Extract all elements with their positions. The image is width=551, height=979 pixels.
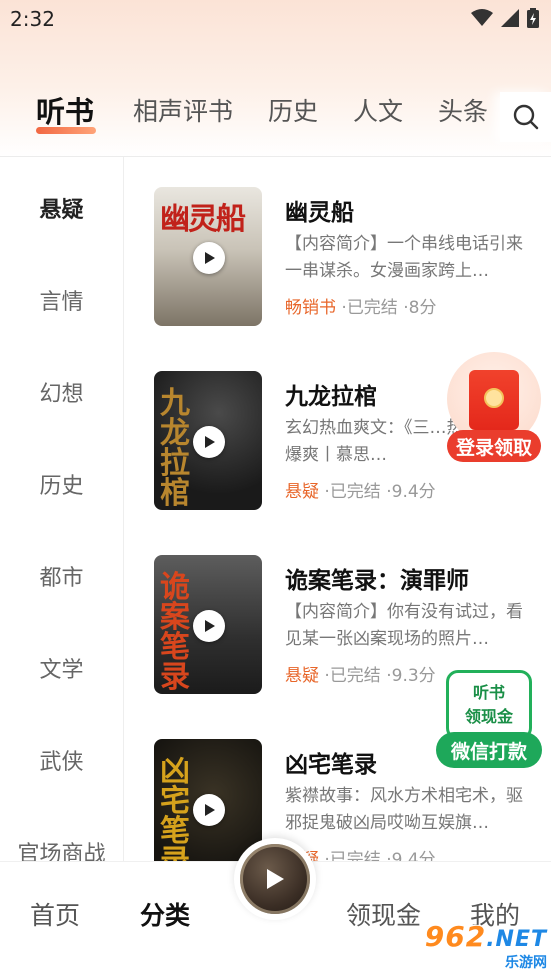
tab-history[interactable]: 历史 xyxy=(268,92,318,128)
book-cover: 九龙拉棺 xyxy=(154,371,262,510)
book-score: 9.4分 xyxy=(391,482,436,502)
book-meta: 悬疑 ·已完结 ·9.3分 xyxy=(285,661,436,686)
signal-icon xyxy=(501,9,519,27)
book-status: 已完结 xyxy=(346,298,398,318)
tab-crosstalk-storytelling[interactable]: 相声评书 xyxy=(133,92,233,128)
book-title: 幽灵船 xyxy=(285,200,354,226)
status-icons xyxy=(471,8,539,28)
status-time: 2:32 xyxy=(10,7,55,31)
book-description: 【内容简介】你有没有试过，看见某一张凶案现场的照片… xyxy=(285,602,523,649)
play-button[interactable] xyxy=(193,610,225,642)
book-genre: 悬疑 xyxy=(285,666,319,686)
battery-icon xyxy=(527,8,539,28)
login-redpacket-widget[interactable]: 登录领取 xyxy=(447,352,541,464)
play-button[interactable] xyxy=(193,242,225,274)
watermark-subtitle: 乐游网 xyxy=(505,955,547,971)
play-icon xyxy=(205,436,215,448)
mini-player-button[interactable] xyxy=(234,838,316,920)
book-item[interactable]: 幽灵船 幽灵船 【内容简介】一个串线电话引来一串谋杀。女漫画家跨上… 畅销书 ·… xyxy=(124,187,551,327)
nav-category[interactable]: 分类 xyxy=(140,896,190,932)
book-genre: 畅销书 xyxy=(285,298,336,318)
book-score: 8分 xyxy=(408,298,437,318)
site-watermark: 962.NET 乐游网 xyxy=(413,922,547,976)
book-status: 已完结 xyxy=(329,850,381,861)
status-bar: 2:32 xyxy=(0,0,551,38)
book-cover: 诡案笔录 xyxy=(154,555,262,694)
login-claim-button[interactable]: 登录领取 xyxy=(447,430,541,462)
category-history[interactable]: 历史 xyxy=(0,468,123,500)
book-title: 九龙拉棺 xyxy=(285,384,377,410)
wifi-icon xyxy=(471,9,493,26)
play-button[interactable] xyxy=(193,426,225,458)
book-score: 9.3分 xyxy=(391,666,436,686)
book-cover: 凶宅笔录 xyxy=(154,739,262,861)
cash-card: 听书 领现金 xyxy=(446,670,532,740)
play-button[interactable] xyxy=(193,794,225,826)
search-icon xyxy=(513,104,538,130)
play-icon xyxy=(205,252,215,264)
player-disc-ring xyxy=(240,844,310,914)
book-title: 诡案笔录：演罪师 xyxy=(285,568,469,594)
search-button[interactable] xyxy=(500,92,551,142)
wechat-cash-widget[interactable]: 听书 领现金 微信打款 xyxy=(436,670,544,770)
category-urban[interactable]: 都市 xyxy=(0,560,123,592)
category-martial-arts[interactable]: 武侠 xyxy=(0,744,123,776)
book-meta: 悬疑 ·已完结 ·9.4分 xyxy=(285,477,436,502)
wechat-payout-button[interactable]: 微信打款 xyxy=(436,732,542,768)
coin-icon xyxy=(484,388,504,408)
play-icon xyxy=(205,804,215,816)
cash-card-line2: 领现金 xyxy=(464,707,513,726)
tab-listen-books[interactable]: 听书 xyxy=(36,89,94,131)
book-description: 紫襟故事：风水方术相宅术，驱邪捉鬼破凶局哎呦互娱旗… xyxy=(285,786,523,833)
play-icon xyxy=(205,620,215,632)
category-suspense[interactable]: 悬疑 xyxy=(0,192,123,224)
player-disc xyxy=(240,844,310,914)
book-meta: 畅销书 ·已完结 ·8分 xyxy=(285,293,436,318)
nav-home[interactable]: 首页 xyxy=(30,896,80,932)
category-sidebar: 悬疑 言情 幻想 历史 都市 文学 武侠 官场商战 xyxy=(0,157,123,867)
book-genre: 悬疑 xyxy=(285,482,319,502)
cash-card-line1: 听书 xyxy=(472,683,505,702)
book-status: 已完结 xyxy=(329,666,381,686)
book-status: 已完结 xyxy=(329,482,381,502)
watermark-logo: 962.NET xyxy=(425,922,547,955)
watermark-number: 962 xyxy=(424,920,487,953)
tab-humanities[interactable]: 人文 xyxy=(353,92,403,128)
cover-title-text: 幽灵船 xyxy=(160,202,246,237)
category-literature[interactable]: 文学 xyxy=(0,652,123,684)
book-description: 【内容简介】一个串线电话引来一串谋杀。女漫画家跨上… xyxy=(285,234,523,281)
tab-headlines[interactable]: 头条 xyxy=(438,92,488,128)
book-score: 9.4分 xyxy=(391,850,436,861)
book-cover: 幽灵船 xyxy=(154,187,262,326)
book-title: 凶宅笔录 xyxy=(285,752,377,778)
top-tab-bar: 听书 相声评书 历史 人文 头条 xyxy=(0,92,500,142)
category-fantasy[interactable]: 幻想 xyxy=(0,376,123,408)
watermark-net: .NET xyxy=(486,927,547,952)
nav-earn-cash[interactable]: 领现金 xyxy=(346,896,421,932)
category-romance[interactable]: 言情 xyxy=(0,284,123,316)
